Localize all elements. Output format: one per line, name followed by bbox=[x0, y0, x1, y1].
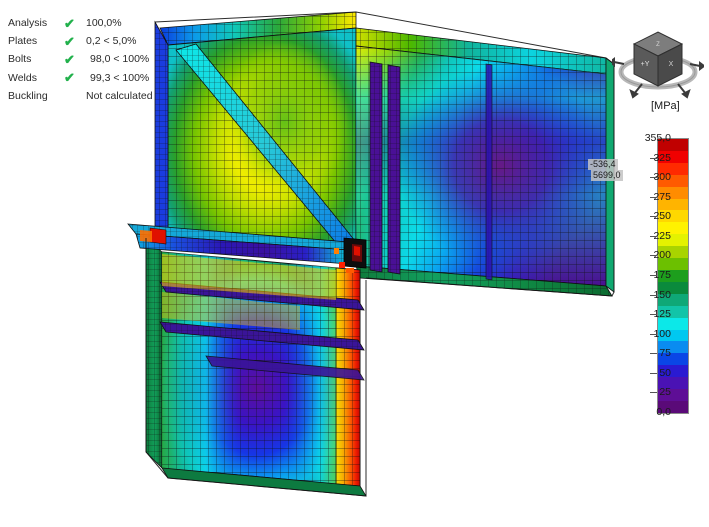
legend-tick-label-14: 0,0 bbox=[656, 406, 671, 418]
status-value-analysis: 100,0% bbox=[86, 17, 122, 29]
legend-tick-mark-5 bbox=[650, 235, 657, 237]
status-label-analysis: Analysis bbox=[8, 17, 48, 29]
bolt-block bbox=[343, 237, 367, 269]
status-row-analysis: Analysis ✔ 100,0% bbox=[8, 14, 153, 32]
status-value-welds: 99,3 < 100% bbox=[90, 71, 150, 84]
status-label-buckling: Buckling bbox=[8, 89, 48, 102]
check-icon-welds: ✔ bbox=[64, 70, 75, 86]
status-value-plates: 0,2 < 5,0% bbox=[86, 35, 137, 48]
analysis-status-panel: Analysis ✔ 100,0% Plates ✔ 0,2 < 5,0% Bo… bbox=[8, 14, 153, 105]
beam-stiffener-2 bbox=[387, 64, 401, 275]
check-icon-analysis: ✔ bbox=[64, 15, 75, 31]
cube-right-label: X bbox=[669, 61, 674, 68]
legend-tick-mark-9 bbox=[650, 314, 657, 316]
legend-tick-mark-13 bbox=[650, 392, 657, 394]
check-icon-bolts: ✔ bbox=[64, 51, 75, 67]
legend-tick-label-12: 50 bbox=[659, 366, 671, 379]
legend-tick-label-0: 355,0 bbox=[644, 132, 671, 144]
legend-tick-label-13: 25 bbox=[659, 386, 671, 399]
status-row-buckling: Buckling Not calculated bbox=[8, 87, 153, 105]
deformation-value-b: 5699,0 bbox=[591, 170, 623, 181]
status-label-plates: Plates bbox=[8, 35, 38, 48]
status-row-welds: Welds ✔ 99,3 < 100% bbox=[8, 69, 153, 87]
legend-tick-mark-12 bbox=[650, 372, 657, 374]
deformation-value-a: -536,4 bbox=[588, 159, 618, 170]
beam-mid-stiffener bbox=[485, 63, 493, 281]
legend-tick-mark-11 bbox=[650, 353, 657, 355]
legend-tick-mark-2 bbox=[650, 177, 657, 179]
beam-stiffener-1 bbox=[369, 61, 383, 273]
status-row-plates: Plates ✔ 0,2 < 5,0% bbox=[8, 32, 153, 50]
status-value-buckling: Not calculated bbox=[86, 89, 153, 102]
cube-front-label: +Y bbox=[641, 61, 650, 68]
orientation-cube-svg[interactable]: +Y X Z bbox=[608, 22, 706, 100]
upper-left-side-flange bbox=[154, 20, 169, 249]
cube-top-label: Z bbox=[656, 42, 660, 48]
legend-tick-mark-10 bbox=[650, 333, 657, 335]
legend-tick-mark-4 bbox=[650, 216, 657, 218]
status-row-bolts: Bolts ✔ 98,0 < 100% bbox=[8, 50, 153, 68]
status-label-welds: Welds bbox=[8, 71, 37, 84]
status-value-bolts: 98,0 < 100% bbox=[90, 53, 150, 66]
stress-colorbar-legend: [MPa] 355,0 325 300 275 250 225 200 175 150 125 10… bbox=[615, 100, 709, 420]
status-label-bolts: Bolts bbox=[8, 53, 32, 66]
check-icon-plates: ✔ bbox=[64, 33, 75, 49]
legend-tick-mark-6 bbox=[650, 255, 657, 257]
column-left-flange bbox=[145, 237, 163, 469]
view-orientation-cube[interactable]: +Y X Z bbox=[608, 22, 706, 100]
legend-tick-mark-7 bbox=[650, 275, 657, 276]
legend-tick-label-11: 75 bbox=[659, 347, 671, 360]
legend-tick-mark-3 bbox=[650, 196, 657, 198]
legend-unit-label: [MPa] bbox=[651, 100, 680, 112]
legend-tick-mark-1 bbox=[650, 157, 657, 159]
legend-tick-mark-8 bbox=[650, 294, 657, 296]
